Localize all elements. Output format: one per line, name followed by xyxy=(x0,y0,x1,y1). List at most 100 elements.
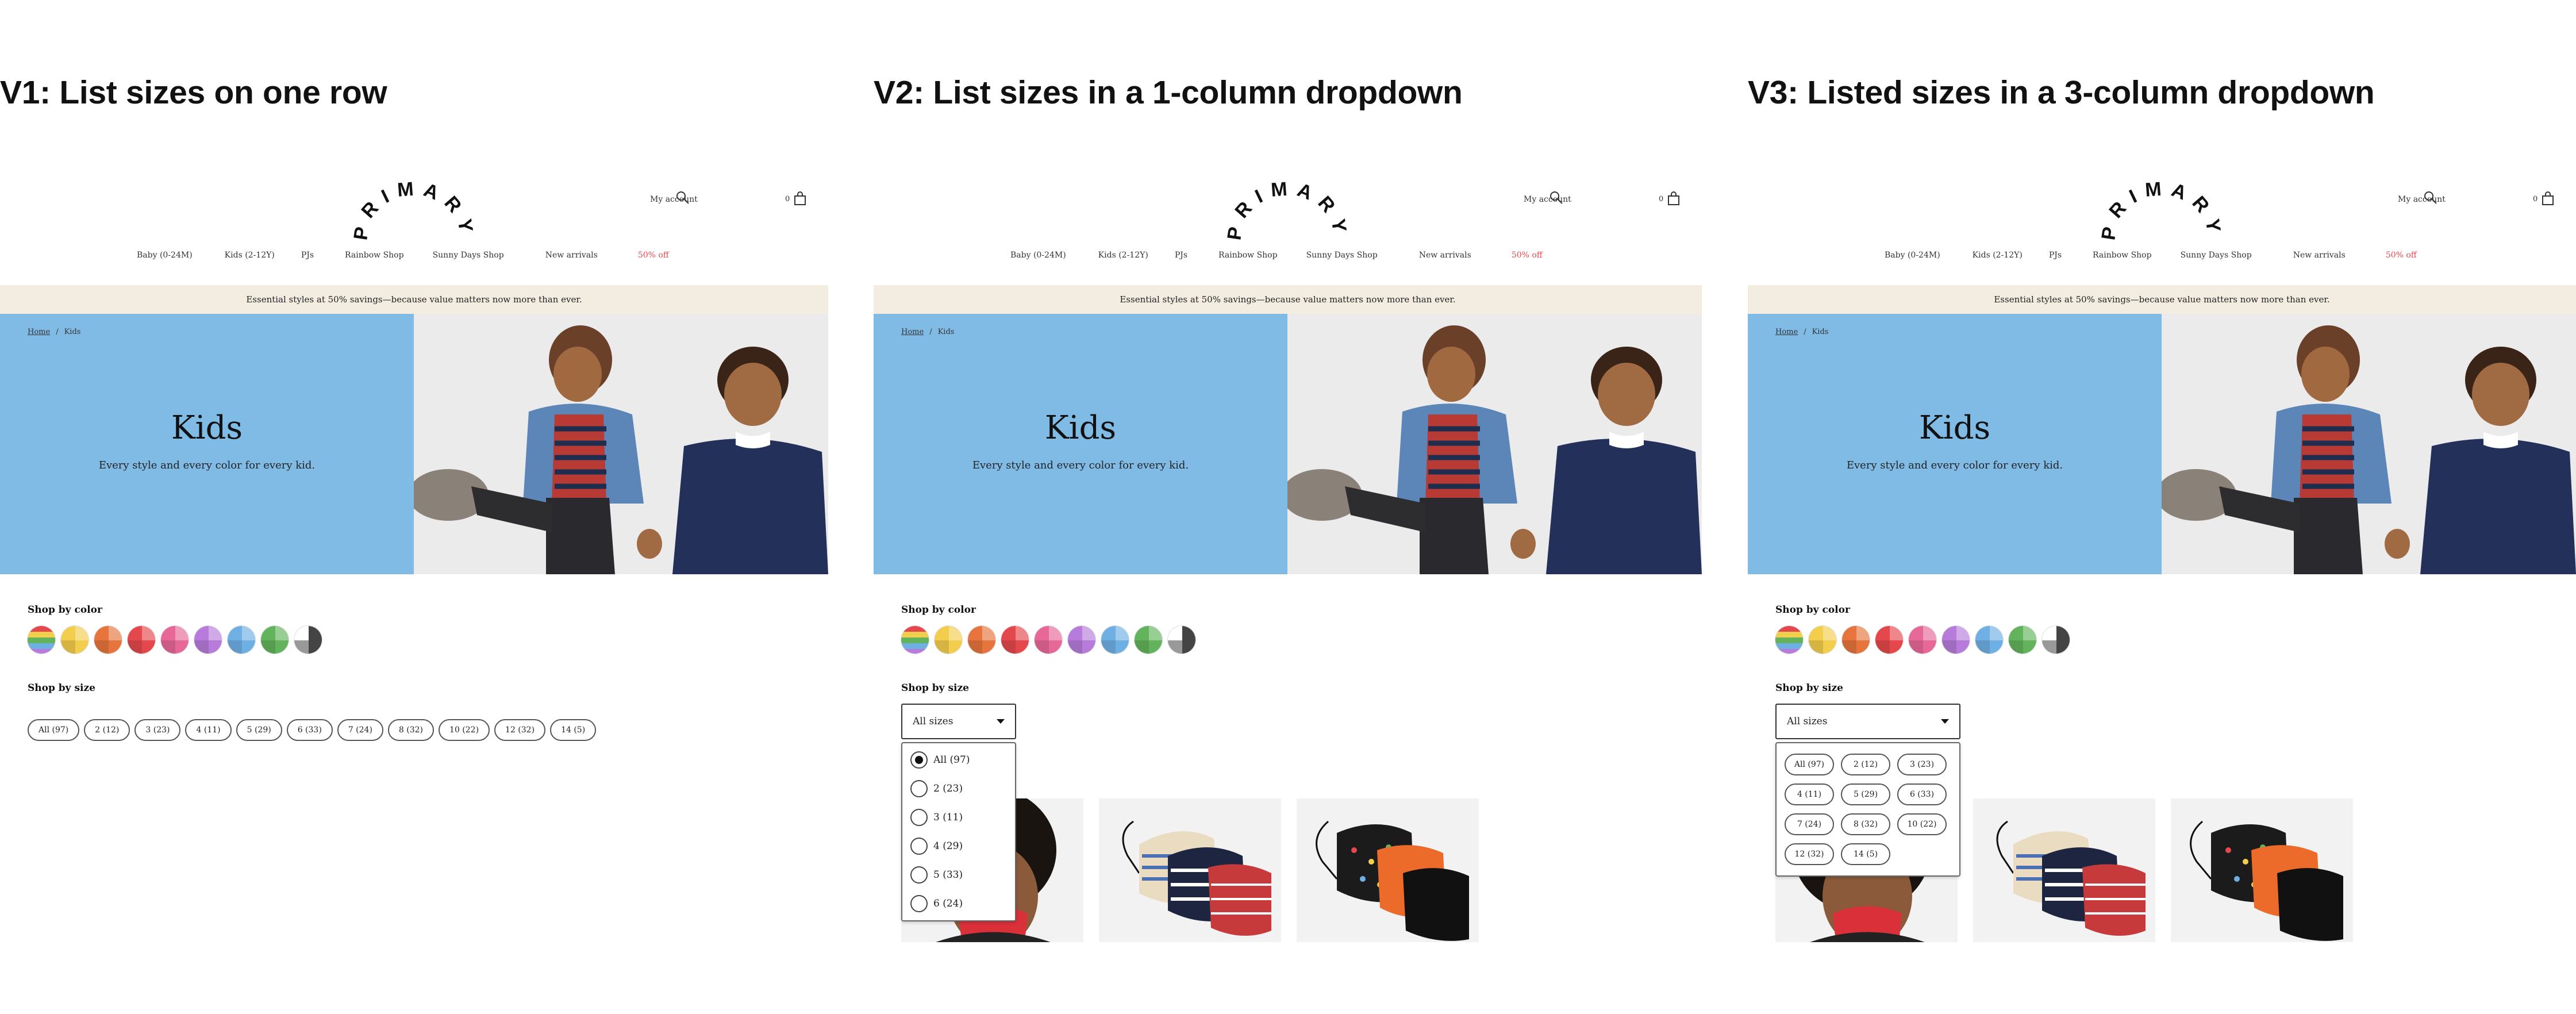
nav-item-sunny-days-shop[interactable]: Sunny Days Shop xyxy=(433,251,504,260)
color-swatch-orange[interactable] xyxy=(1841,625,1870,654)
search-icon[interactable] xyxy=(2423,190,2438,205)
color-swatch-rainbow[interactable] xyxy=(1775,625,1804,654)
cart-icon[interactable] xyxy=(2541,191,2555,206)
color-swatch-black-white[interactable] xyxy=(2041,625,2070,654)
color-swatch-pink[interactable] xyxy=(1908,625,1937,654)
nav-item-sale[interactable]: 50% off xyxy=(2386,251,2417,260)
radio-icon[interactable] xyxy=(910,895,928,912)
nav-item-rainbow-shop[interactable]: Rainbow Shop xyxy=(345,251,404,260)
size-pill[interactable]: 12 (32) xyxy=(494,719,546,741)
cart-icon[interactable] xyxy=(793,191,807,206)
nav-item-baby[interactable]: Baby (0-24M) xyxy=(1885,251,1940,260)
size-pill[interactable]: 8 (32) xyxy=(387,719,435,741)
color-swatch-black-white[interactable] xyxy=(294,625,322,654)
size-pill[interactable]: 14 (5) xyxy=(1841,843,1890,865)
color-swatch-purple[interactable] xyxy=(1941,625,1970,654)
breadcrumb-home[interactable]: Home xyxy=(901,328,924,336)
color-swatch-green[interactable] xyxy=(260,625,289,654)
color-swatch-purple[interactable] xyxy=(1067,625,1096,654)
color-swatch-purple[interactable] xyxy=(194,625,222,654)
size-pill[interactable]: 12 (32) xyxy=(1785,843,1834,865)
nav-item-pjs[interactable]: PJs xyxy=(1175,251,1187,260)
size-pill[interactable]: 14 (5) xyxy=(550,719,597,741)
size-pill[interactable]: 7 (24) xyxy=(337,719,383,741)
radio-icon[interactable] xyxy=(910,809,928,826)
nav-item-kids[interactable]: Kids (2-12Y) xyxy=(225,251,275,260)
primary-logo[interactable]: PRIMARY xyxy=(1223,167,1351,241)
nav-item-kids[interactable]: Kids (2-12Y) xyxy=(1973,251,2023,260)
radio-icon[interactable] xyxy=(910,866,928,884)
size-pill[interactable]: 5 (29) xyxy=(1841,783,1890,805)
nav-item-sunny-days-shop[interactable]: Sunny Days Shop xyxy=(1306,251,1378,260)
color-swatch-black-white[interactable] xyxy=(1167,625,1196,654)
size-pill[interactable]: 6 (33) xyxy=(286,719,333,741)
color-swatch-orange[interactable] xyxy=(967,625,996,654)
my-account-link[interactable]: My account xyxy=(1524,195,1571,204)
my-account-link[interactable]: My account xyxy=(650,195,698,204)
color-swatch-orange[interactable] xyxy=(94,625,122,654)
nav-item-baby[interactable]: Baby (0-24M) xyxy=(1010,251,1066,260)
nav-item-sale[interactable]: 50% off xyxy=(1512,251,1543,260)
color-swatch-blue[interactable] xyxy=(1975,625,2004,654)
radio-icon[interactable] xyxy=(910,838,928,855)
size-pill[interactable]: All (97) xyxy=(28,719,80,741)
size-select[interactable]: All sizes xyxy=(901,704,1016,739)
nav-item-new-arrivals[interactable]: New arrivals xyxy=(545,251,598,260)
color-swatch-blue[interactable] xyxy=(1101,625,1129,654)
size-option[interactable]: 5 (33) xyxy=(902,861,1015,889)
color-swatch-yellow[interactable] xyxy=(934,625,963,654)
nav-item-rainbow-shop[interactable]: Rainbow Shop xyxy=(1218,251,1278,260)
nav-item-sunny-days-shop[interactable]: Sunny Days Shop xyxy=(2181,251,2252,260)
color-swatch-yellow[interactable] xyxy=(60,625,89,654)
nav-item-kids[interactable]: Kids (2-12Y) xyxy=(1098,251,1148,260)
size-pill[interactable]: 4 (11) xyxy=(1785,783,1834,805)
size-pill[interactable]: 8 (32) xyxy=(1841,813,1890,835)
size-option[interactable]: All (97) xyxy=(902,746,1015,774)
cart-icon[interactable] xyxy=(1667,191,1681,206)
product-card-patterned-face-masks[interactable] xyxy=(2171,798,2353,942)
nav-item-pjs[interactable]: PJs xyxy=(301,251,314,260)
search-icon[interactable] xyxy=(675,190,690,205)
color-swatch-rainbow[interactable] xyxy=(901,625,929,654)
size-option[interactable]: 4 (29) xyxy=(902,832,1015,861)
color-swatch-green[interactable] xyxy=(2008,625,2037,654)
breadcrumb-home[interactable]: Home xyxy=(1775,328,1798,336)
nav-item-new-arrivals[interactable]: New arrivals xyxy=(2293,251,2346,260)
radio-icon[interactable] xyxy=(910,780,928,797)
color-swatch-yellow[interactable] xyxy=(1808,625,1837,654)
color-swatch-rainbow[interactable] xyxy=(27,625,56,654)
primary-logo[interactable]: PRIMARY xyxy=(2097,167,2225,241)
product-card-patterned-face-masks[interactable] xyxy=(1297,798,1479,942)
size-pill[interactable]: 2 (12) xyxy=(84,719,130,741)
nav-item-sale[interactable]: 50% off xyxy=(638,251,669,260)
nav-item-baby[interactable]: Baby (0-24M) xyxy=(137,251,193,260)
size-pill[interactable]: 4 (11) xyxy=(185,719,232,741)
size-pill[interactable]: 5 (29) xyxy=(236,719,282,741)
size-pill[interactable]: All (97) xyxy=(1785,754,1834,775)
color-swatch-pink[interactable] xyxy=(1034,625,1063,654)
search-icon[interactable] xyxy=(1549,190,1564,205)
size-pill[interactable]: 10 (22) xyxy=(439,719,490,741)
size-pill[interactable]: 6 (33) xyxy=(1897,783,1947,805)
size-pill[interactable]: 7 (24) xyxy=(1785,813,1834,835)
nav-item-pjs[interactable]: PJs xyxy=(2049,251,2062,260)
color-swatch-red[interactable] xyxy=(1875,625,1904,654)
product-card-striped-face-masks[interactable] xyxy=(1099,798,1281,942)
size-option[interactable]: 3 (11) xyxy=(902,803,1015,832)
breadcrumb-home[interactable]: Home xyxy=(28,328,50,336)
size-pill[interactable]: 3 (23) xyxy=(134,719,181,741)
size-select[interactable]: All sizes xyxy=(1775,704,1960,739)
color-swatch-red[interactable] xyxy=(127,625,156,654)
nav-item-rainbow-shop[interactable]: Rainbow Shop xyxy=(2093,251,2152,260)
primary-logo[interactable]: PRIMARY xyxy=(349,167,477,241)
size-pill[interactable]: 3 (23) xyxy=(1897,754,1947,775)
radio-icon[interactable] xyxy=(910,751,928,769)
size-pill[interactable]: 2 (12) xyxy=(1841,754,1890,775)
product-card-striped-face-masks[interactable] xyxy=(1973,798,2155,942)
size-option[interactable]: 6 (24) xyxy=(902,889,1015,918)
color-swatch-blue[interactable] xyxy=(227,625,256,654)
nav-item-new-arrivals[interactable]: New arrivals xyxy=(1419,251,1471,260)
size-option[interactable]: 2 (23) xyxy=(902,774,1015,803)
my-account-link[interactable]: My account xyxy=(2398,195,2446,204)
color-swatch-red[interactable] xyxy=(1001,625,1029,654)
